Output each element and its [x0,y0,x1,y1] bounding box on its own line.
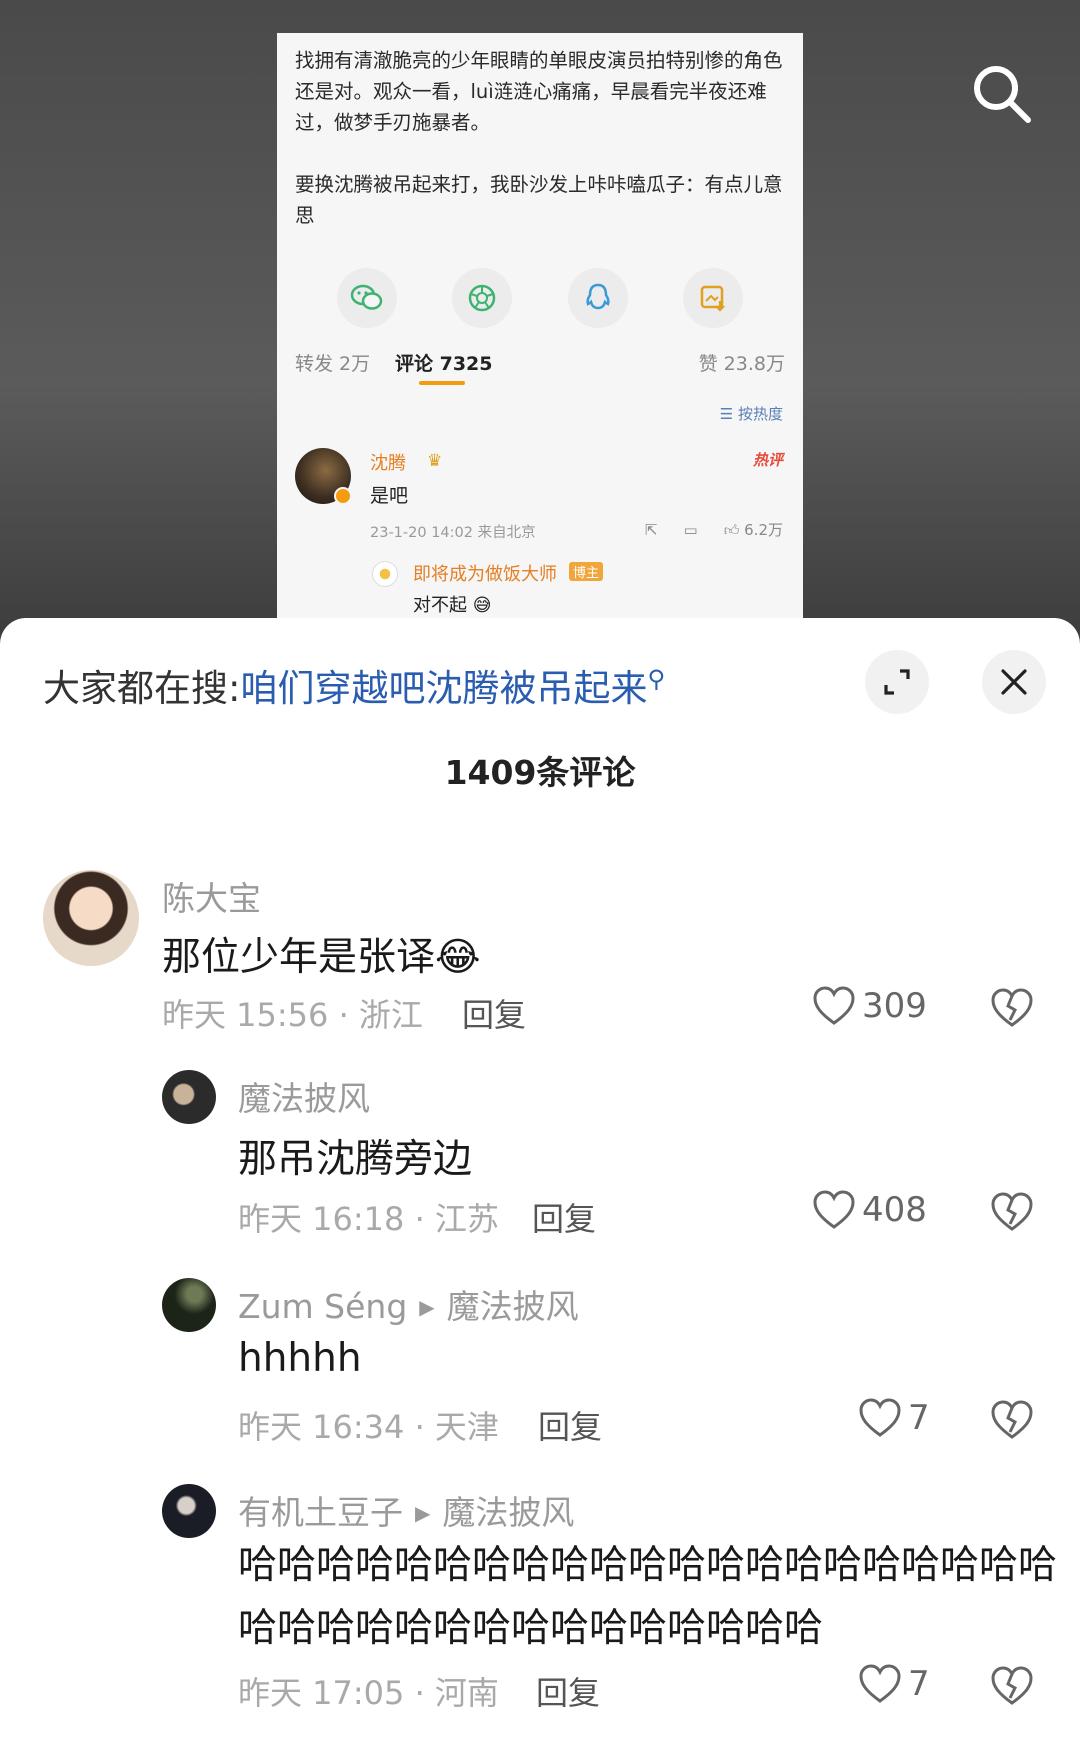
verified-badge-icon [334,487,352,505]
reply-button[interactable]: 回复 [462,990,526,1036]
avatar[interactable] [43,870,139,966]
reply-button[interactable]: 回复 [532,1194,596,1240]
heart-icon [813,1190,855,1229]
broken-heart-icon [991,1400,1033,1439]
comment-time: 昨天 16:34 · 天津 [238,1408,499,1446]
repost-count: 转发 2万 [295,353,371,375]
comment-text: 哈哈哈哈哈哈哈哈哈哈哈哈哈哈哈哈哈哈哈哈哈哈哈哈哈哈哈哈哈哈哈哈哈哈哈哈 [238,1543,1058,1651]
expand-button[interactable] [865,650,929,714]
moments-icon [452,268,513,328]
sort-by-heat: ☰ 按热度 [720,403,783,424]
dislike-button[interactable] [990,1666,1034,1710]
top-comment-meta: 23-1-20 14:02 来自北京 [370,525,536,541]
active-tab-indicator [419,381,465,385]
wechat-icon [337,268,397,328]
reply-text: 对不起 😅 [413,595,492,616]
top-comment-text: 是吧 [370,485,409,507]
sort-icon: ☰ [719,405,734,423]
dislike-button[interactable] [990,988,1034,1032]
like-button[interactable]: 7 [858,1398,930,1438]
dislike-button[interactable] [990,1192,1034,1236]
comment-author[interactable]: 有机土豆子 [238,1493,403,1532]
like-count: 7 [908,1664,930,1704]
close-icon [1001,669,1027,695]
post-paragraph-2: 要换沈腾被吊起来打，我卧沙发上咔咔嗑瓜子：有点儿意思 [295,173,783,227]
heart-icon [859,1664,901,1703]
reply-to-author[interactable]: 魔法披风 [442,1493,574,1532]
qq-icon [567,268,628,328]
post-stats: 转发 2万 评论 7325 赞 23.8万 [295,349,785,379]
like-button[interactable]: 309 [812,986,927,1026]
comment-count-title: 1409条评论 [444,753,636,792]
comment-author-line: Zum Séng ▶ 魔法披风 [238,1280,579,1328]
reply-to-author[interactable]: 魔法披风 [447,1287,579,1326]
avatar[interactable] [162,1278,216,1332]
comment-author[interactable]: 魔法披风 [238,1072,370,1120]
comment-sheet: 大家都在搜:咱们穿越吧沈腾被吊起来⚲ 1409条评论 陈大宝 那位少年是张译😂 … [0,618,1080,1747]
heart-icon [813,986,855,1025]
comment-author-line: 有机土豆子 ▶ 魔法披风 [238,1486,574,1534]
like-count: 7 [908,1398,930,1438]
sweat-emoji-icon: 😅 [472,595,492,616]
crown-icon: ♛ [427,451,443,471]
search-icon [974,66,1031,123]
post-paragraph-1: 找拥有清澈脆亮的少年眼睛的单眼皮演员拍特别惨的角色还是对。观众一看，luì涟涟心… [295,49,783,134]
comment-text: 那位少年是张译😂 [162,935,481,980]
comment-icon: ▭ [683,520,698,539]
comment-time: 昨天 15:56 · 浙江 [162,996,423,1034]
sort-label-text: 按热度 [737,405,783,423]
hot-comment-tag: 热评 [752,451,783,469]
top-comment-actions: ⇱ ▭ 👍︎ 6.2万 [645,519,783,540]
reply-arrow-icon: ▶ [415,1501,431,1525]
comment-time: 昨天 17:05 · 河南 [238,1674,499,1712]
expand-icon [884,669,910,695]
like-count: 309 [862,986,927,1026]
comment-author[interactable]: Zum Séng [238,1287,407,1326]
avatar[interactable] [162,1070,216,1124]
hot-search-bar[interactable]: 大家都在搜:咱们穿越吧沈腾被吊起来⚲ [43,658,665,712]
laughing-crying-emoji-icon: 😂 [435,935,481,980]
reply-arrow-icon: ▶ [419,1295,435,1319]
reply-avatar [372,561,398,587]
comment-count: 评论 7325 [395,353,493,375]
hot-search-prefix: 大家都在搜: [43,667,241,710]
top-comment-author: 沈腾 [370,453,406,474]
blogger-tag: 博主 [569,562,604,581]
like-count: 赞 23.8万 [698,353,785,375]
comment-author[interactable]: 陈大宝 [162,872,261,920]
search-button[interactable] [966,58,1038,130]
like-count: 408 [862,1190,927,1230]
reply-button[interactable]: 回复 [538,1402,602,1448]
thumb-up-icon: 👍︎ 6.2万 [723,521,783,539]
heart-icon [859,1398,901,1437]
search-small-icon: ⚲ [647,665,666,693]
reply-button[interactable]: 回复 [536,1668,600,1714]
video-area[interactable]: 找拥有清澈脆亮的少年眼睛的单眼皮演员拍特别惨的角色还是对。观众一看，luì涟涟心… [0,0,1080,653]
broken-heart-icon [991,988,1033,1027]
broken-heart-icon [991,1666,1033,1705]
hot-search-query[interactable]: 咱们穿越吧沈腾被吊起来 [240,667,647,710]
dislike-button[interactable] [990,1400,1034,1444]
save-image-icon [682,268,743,328]
avatar[interactable] [162,1484,216,1538]
broken-heart-icon [991,1192,1033,1231]
like-button[interactable]: 408 [812,1190,927,1230]
forward-icon: ⇱ [644,520,658,539]
comment-time: 昨天 16:18 · 江苏 [238,1200,499,1238]
comment-text: hhhhh [238,1336,362,1381]
reply-author: 即将成为做饭大师 [413,564,557,585]
share-row [337,268,743,328]
weibo-screenshot-card: 找拥有清澈脆亮的少年眼睛的单眼皮演员拍特别惨的角色还是对。观众一看，luì涟涟心… [277,33,803,653]
post-body: 找拥有清澈脆亮的少年眼睛的单眼皮演员拍特别惨的角色还是对。观众一看，luì涟涟心… [277,33,803,231]
top-comment-likes: 6.2万 [744,521,783,539]
close-button[interactable] [982,650,1046,714]
like-button[interactable]: 7 [858,1664,930,1704]
comment-text: 那吊沈腾旁边 [238,1137,473,1182]
